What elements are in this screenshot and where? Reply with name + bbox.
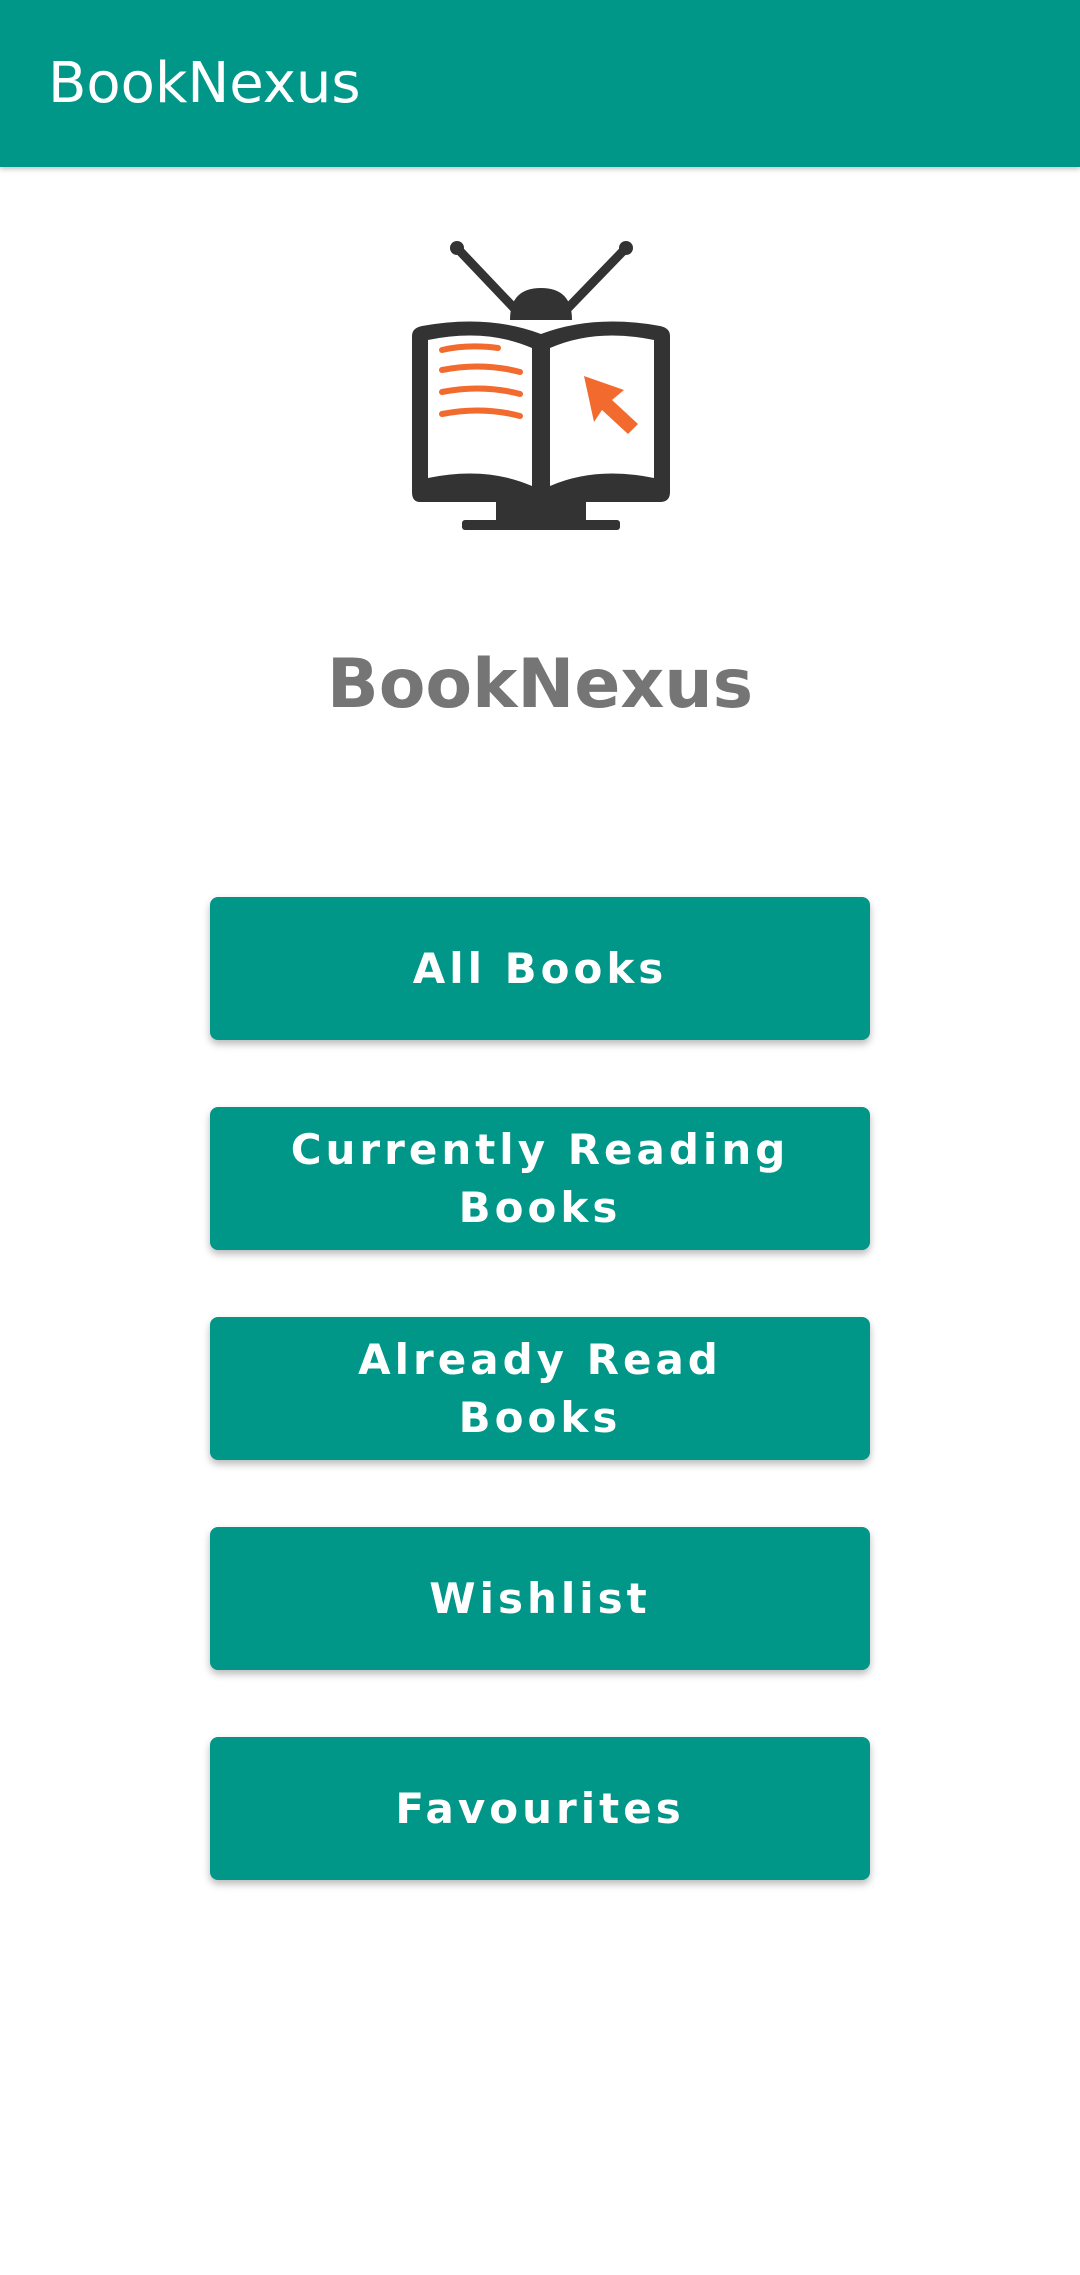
already-read-books-button-label: Already Read Books <box>358 1334 722 1442</box>
all-books-button[interactable]: All Books <box>210 897 870 1040</box>
already-read-books-button[interactable]: Already Read Books <box>210 1317 870 1460</box>
app-bar: BookNexus <box>0 0 1080 167</box>
currently-reading-books-button-label: Currently Reading Books <box>290 1124 790 1232</box>
wishlist-button[interactable]: Wishlist <box>210 1527 870 1670</box>
all-books-button-label: All Books <box>412 943 668 993</box>
brand-name: BookNexus <box>326 645 754 724</box>
book-monitor-icon <box>398 240 682 532</box>
currently-reading-books-button[interactable]: Currently Reading Books <box>210 1107 870 1250</box>
favourites-button[interactable]: Favourites <box>210 1737 870 1880</box>
app-bar-title: BookNexus <box>48 51 361 116</box>
wishlist-button-label: Wishlist <box>429 1573 651 1623</box>
favourites-button-label: Favourites <box>395 1783 685 1833</box>
